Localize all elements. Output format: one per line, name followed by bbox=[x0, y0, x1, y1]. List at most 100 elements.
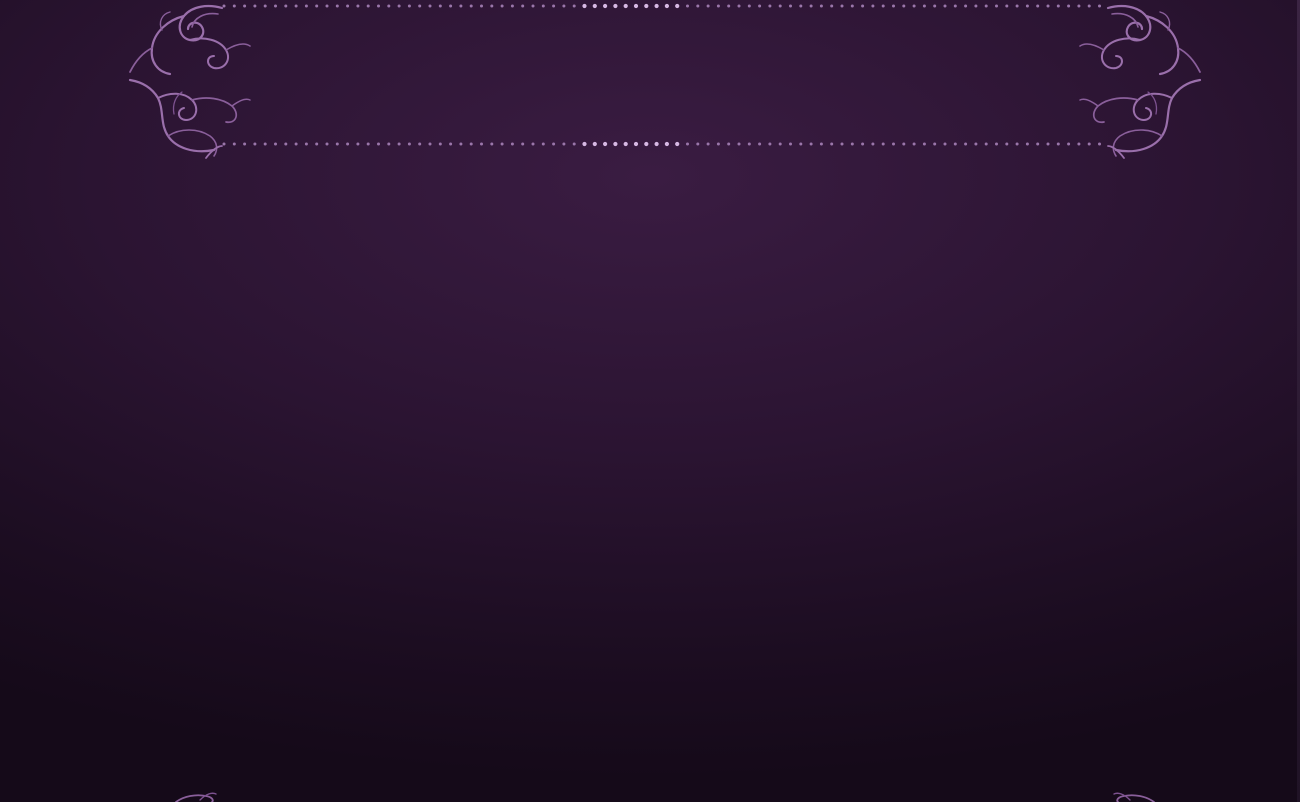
ornament-dot bbox=[377, 142, 380, 146]
ornament-dot bbox=[572, 142, 576, 146]
ornament-dot bbox=[1036, 4, 1040, 8]
ornament-dot bbox=[664, 3, 670, 9]
ornament-dot bbox=[1056, 4, 1060, 8]
ornament-dot bbox=[407, 142, 411, 146]
ornament-dot bbox=[603, 3, 608, 9]
ornament-dot bbox=[943, 142, 947, 146]
ornament-dot bbox=[263, 4, 267, 8]
ornament-dot bbox=[325, 142, 329, 146]
ornament-dot bbox=[510, 4, 514, 8]
ornament-dot bbox=[850, 4, 854, 8]
ornament-dot bbox=[387, 142, 391, 146]
ornament-dot bbox=[623, 141, 628, 147]
ornament-dot bbox=[428, 4, 432, 8]
ornament-dot bbox=[438, 4, 442, 8]
ornament-dot bbox=[768, 4, 772, 8]
top-dotted-rule bbox=[222, 3, 1101, 9]
ornament-dot bbox=[480, 142, 483, 146]
ornament-dot bbox=[737, 142, 741, 146]
ornament-dot bbox=[964, 142, 968, 146]
ornament-dot bbox=[428, 142, 432, 146]
ornament-dot bbox=[1046, 4, 1050, 8]
ornament-dot bbox=[521, 142, 525, 146]
ornament-dot bbox=[243, 142, 247, 146]
ornament-dot bbox=[521, 4, 525, 8]
ornament-dot bbox=[500, 4, 504, 8]
ornament-dot bbox=[469, 142, 473, 146]
ornament-dot bbox=[830, 4, 834, 8]
ornament-dot bbox=[366, 142, 370, 146]
ornament-dot bbox=[613, 141, 618, 147]
flourish-scroll-icon bbox=[1078, 4, 1202, 160]
ornament-dot bbox=[758, 4, 762, 8]
ornament-dot bbox=[459, 142, 463, 146]
ornament-dot bbox=[675, 3, 680, 9]
ornament-dot bbox=[1015, 142, 1019, 146]
ornament-dot bbox=[531, 4, 535, 8]
ornament-dot bbox=[871, 142, 875, 146]
ornament-dot bbox=[1087, 142, 1091, 146]
ornament-dot bbox=[933, 4, 937, 8]
ornament-dot bbox=[892, 4, 895, 8]
ornament-dot bbox=[582, 3, 587, 9]
ornament-dot bbox=[1025, 4, 1029, 8]
ornament-dot bbox=[480, 4, 483, 8]
ornament-dot bbox=[592, 3, 597, 9]
banner-ornament bbox=[128, 3, 1202, 160]
ornament-dot bbox=[222, 142, 226, 146]
ornament-dot bbox=[881, 142, 885, 146]
ornament-dot bbox=[449, 142, 453, 146]
ornament-dot bbox=[819, 142, 823, 146]
ornament-dot bbox=[747, 4, 751, 8]
ornament-dot bbox=[912, 4, 916, 8]
ornament-dot bbox=[706, 142, 710, 146]
ornament-dot bbox=[696, 142, 700, 146]
ornament-dot bbox=[840, 142, 844, 146]
ornament-dot bbox=[716, 142, 720, 146]
ornament-dot bbox=[995, 4, 998, 8]
ornament-dot bbox=[356, 142, 360, 146]
ornament-dot bbox=[799, 142, 803, 146]
ornament-dot bbox=[830, 142, 834, 146]
ornament-dot bbox=[727, 142, 731, 146]
footer-banner-frame bbox=[0, 780, 1300, 802]
ornament-dot bbox=[953, 142, 957, 146]
ornament-dot bbox=[222, 4, 226, 8]
ornament-dot bbox=[243, 4, 247, 8]
ornament-dot bbox=[397, 4, 401, 8]
ornament-dot bbox=[922, 142, 926, 146]
ornament-dot bbox=[263, 142, 267, 146]
ornament-dot bbox=[562, 142, 566, 146]
ornament-dot bbox=[1098, 142, 1101, 146]
ornament-dot bbox=[809, 142, 813, 146]
ornament-dot bbox=[778, 4, 782, 8]
ornament-dot bbox=[778, 142, 782, 146]
ornament-dot bbox=[644, 3, 649, 9]
ornament-dot bbox=[654, 3, 659, 9]
ornament-dot bbox=[1046, 142, 1050, 146]
flourish-scroll-icon bbox=[175, 792, 217, 802]
ornament-dot bbox=[325, 4, 329, 8]
ornament-dot bbox=[1077, 4, 1081, 8]
ornament-dot bbox=[572, 4, 576, 8]
ornament-dot bbox=[1025, 142, 1029, 146]
ornament-dot bbox=[418, 4, 422, 8]
ornament-dot bbox=[747, 142, 751, 146]
ornament-dot bbox=[623, 3, 628, 9]
ornament-dot bbox=[274, 4, 277, 8]
ornament-dot bbox=[304, 4, 308, 8]
ornament-dot bbox=[253, 142, 257, 146]
ornament-dot bbox=[377, 4, 380, 8]
ornament-dot bbox=[1005, 4, 1009, 8]
ornament-dot bbox=[768, 142, 772, 146]
ornament-dot bbox=[1056, 142, 1060, 146]
ornament-dot bbox=[449, 4, 453, 8]
ornament-dot bbox=[902, 142, 906, 146]
ornament-dot bbox=[1015, 4, 1019, 8]
ornament-dot bbox=[613, 3, 618, 9]
ornament-dot bbox=[819, 4, 823, 8]
ornament-dot bbox=[232, 4, 236, 8]
ornament-dot bbox=[1098, 4, 1101, 8]
ornament-dot bbox=[953, 4, 957, 8]
ornament-dot bbox=[654, 141, 659, 147]
